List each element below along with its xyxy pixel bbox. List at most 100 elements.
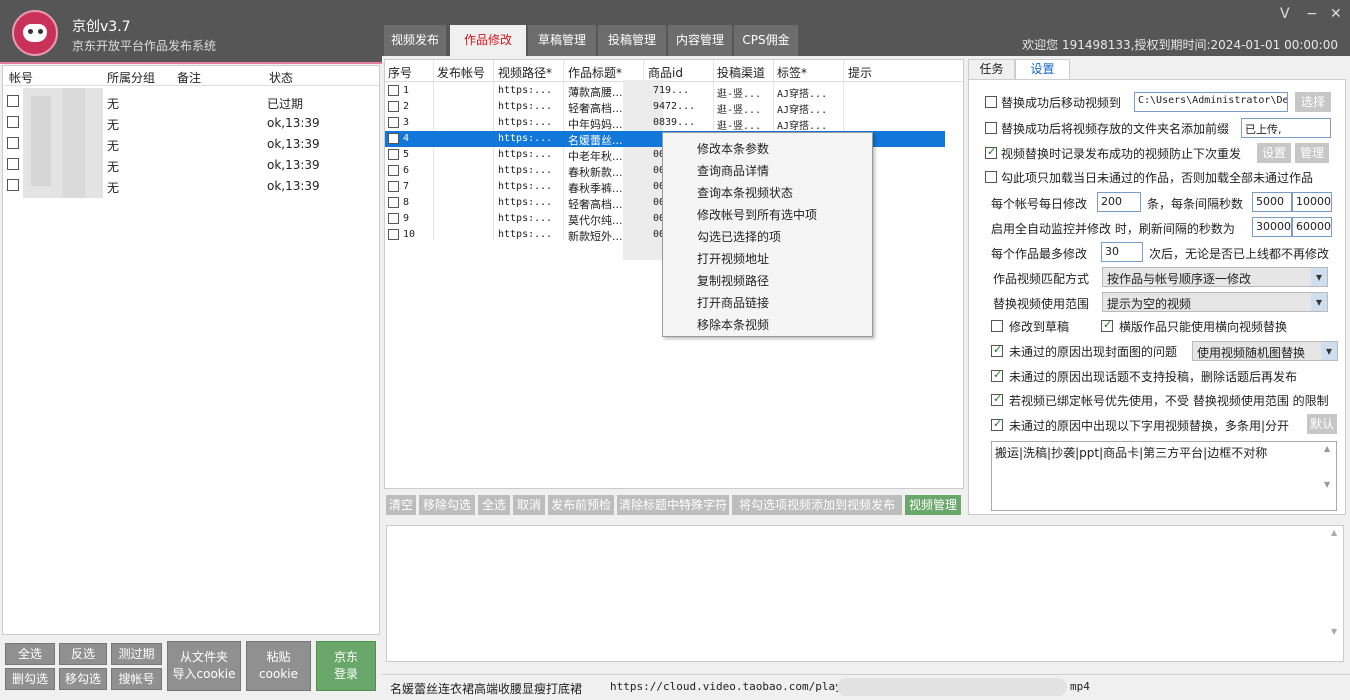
tab-task[interactable]: 任务 (968, 59, 1015, 79)
move-after-replace-checkbox[interactable] (985, 96, 997, 108)
row-checkbox[interactable] (388, 181, 399, 192)
video-manage-button[interactable]: 视频管理 (905, 495, 961, 515)
daily-limit-input[interactable]: 200 (1097, 192, 1141, 212)
import-cookie-button[interactable]: 从文件夹 导入cookie (167, 641, 241, 691)
topic-issue-checkbox[interactable] (991, 368, 1003, 382)
select-all-accounts-button[interactable]: 全选 (5, 643, 55, 665)
menu-check-selected[interactable]: 勾选已选择的项 (697, 228, 781, 245)
col-status[interactable]: 状态 (269, 69, 293, 86)
menu-query-video-status[interactable]: 查询本条视频状态 (697, 184, 793, 201)
table-row[interactable]: 1 https:... 薄款高腰... 719... 逛-竖... AJ穿搭... (385, 83, 945, 100)
cancel-button[interactable]: 取消 (513, 495, 545, 515)
add-prefix-checkbox[interactable] (985, 122, 997, 134)
top-bar: 视频发布 作品修改 草稿管理 投稿管理 内容管理 CPS佣金 V − ✕ 欢迎您… (382, 0, 1350, 56)
menu-remove-video[interactable]: 移除本条视频 (697, 316, 769, 333)
col-channel[interactable]: 投稿渠道 (717, 64, 765, 81)
clean-title-button[interactable]: 清除标题中特殊字符 (617, 495, 729, 515)
menu-edit-account-all[interactable]: 修改帐号到所有选中项 (697, 206, 817, 223)
account-checkbox[interactable] (7, 158, 19, 170)
row-checkbox[interactable] (388, 229, 399, 240)
col-tag[interactable]: 标签* (777, 64, 807, 81)
precheck-button[interactable]: 发布前预检 (548, 495, 614, 515)
to-draft-checkbox[interactable] (991, 320, 1003, 332)
search-account-button[interactable]: 搜帐号 (111, 668, 162, 690)
remove-checked-button[interactable]: 移除勾选 (419, 495, 475, 515)
tab-draft-manage[interactable]: 草稿管理 (528, 25, 596, 56)
move-path-input[interactable]: C:\Users\Administrator\De (1134, 92, 1288, 112)
select-all-works-button[interactable]: 全选 (478, 495, 510, 515)
col-account[interactable]: 帐号 (9, 69, 33, 86)
max-edit-input[interactable]: 30 (1101, 242, 1143, 262)
delete-checked-button[interactable]: 删勾选 (5, 668, 55, 690)
col-publish-account[interactable]: 发布帐号 (437, 64, 485, 81)
account-checkbox[interactable] (7, 116, 19, 128)
account-checkbox[interactable] (7, 179, 19, 191)
account-checkbox[interactable] (7, 95, 19, 107)
row-checkbox[interactable] (388, 213, 399, 224)
paste-cookie-button[interactable]: 粘贴 cookie (246, 641, 311, 691)
settings-button[interactable]: 设置 (1257, 143, 1291, 163)
row-number: 6 (403, 165, 410, 176)
menu-open-video-url[interactable]: 打开视频地址 (697, 250, 769, 267)
menu-query-product[interactable]: 查询商品详情 (697, 162, 769, 179)
col-no[interactable]: 序号 (388, 64, 412, 81)
cover-issue-checkbox[interactable] (991, 343, 1003, 357)
tab-submission-manage[interactable]: 投稿管理 (598, 25, 666, 56)
tab-cps-commission[interactable]: CPS佣金 (734, 25, 798, 56)
row-checkbox[interactable] (388, 101, 399, 112)
tab-content-manage[interactable]: 内容管理 (668, 25, 732, 56)
tab-work-edit[interactable]: 作品修改 (450, 25, 526, 56)
account-group: 无 (107, 181, 120, 195)
col-note[interactable]: 备注 (177, 69, 201, 86)
jd-login-button[interactable]: 京东 登录 (316, 641, 376, 691)
keywords-textarea[interactable]: 搬运|洗稿|抄袭|ppt|商品卡|第三方平台|边框不对称 ▲ ▼ (991, 441, 1337, 511)
interval-min-input[interactable]: 5000 (1252, 192, 1292, 212)
manage-button[interactable]: 管理 (1295, 143, 1329, 163)
col-group[interactable]: 所属分组 (107, 69, 155, 86)
tab-video-publish[interactable]: 视频发布 (384, 25, 446, 56)
row-checkbox[interactable] (388, 197, 399, 208)
row-checkbox[interactable] (388, 85, 399, 96)
minimize-icon[interactable]: − (1306, 6, 1318, 22)
menu-open-product-link[interactable]: 打开商品链接 (697, 294, 769, 311)
account-table-header: 帐号 所属分组 备注 状态 (3, 66, 379, 86)
dropdown-icon[interactable]: V (1280, 6, 1290, 22)
refresh-max-input[interactable]: 60000 (1292, 217, 1332, 237)
log-area[interactable]: ▲ ▼ (386, 525, 1344, 662)
move-checked-button[interactable]: 移勾选 (59, 668, 107, 690)
replace-range-select[interactable]: 提示为空的视频 (1102, 292, 1328, 312)
row-checkbox[interactable] (388, 165, 399, 176)
refresh-min-input[interactable]: 30000 (1252, 217, 1292, 237)
invert-selection-button[interactable]: 反选 (59, 643, 107, 665)
prefix-input[interactable]: 已上传, (1241, 118, 1331, 138)
textarea-scrollbar[interactable]: ▲ ▼ (1324, 444, 1334, 508)
only-today-checkbox[interactable] (985, 171, 997, 183)
close-icon[interactable]: ✕ (1330, 6, 1342, 22)
row-checkbox[interactable] (388, 117, 399, 128)
menu-edit-params[interactable]: 修改本条参数 (697, 140, 769, 157)
col-work-title[interactable]: 作品标题* (568, 64, 622, 81)
cover-replace-select[interactable]: 使用视频随机图替换 (1192, 341, 1338, 361)
table-row[interactable]: 2 https:... 轻奢高档... 9472... 逛-竖... AJ穿搭... (385, 99, 945, 116)
menu-copy-video-path[interactable]: 复制视频路径 (697, 272, 769, 289)
log-scrollbar[interactable]: ▲ ▼ (1331, 528, 1341, 659)
col-video-path[interactable]: 视频路径* (498, 64, 552, 81)
tab-settings[interactable]: 设置 (1015, 59, 1070, 79)
choose-folder-button[interactable]: 选择 (1295, 92, 1331, 112)
record-success-checkbox[interactable] (985, 145, 997, 159)
row-checkbox[interactable] (388, 149, 399, 160)
clear-button[interactable]: 清空 (386, 495, 416, 515)
col-hint[interactable]: 提示 (848, 64, 872, 81)
add-to-publish-button[interactable]: 将勾选项视频添加到视频发布 (732, 495, 902, 515)
col-product-id[interactable]: 商品id (648, 64, 683, 81)
table-row[interactable]: 3 https:... 中年妈妈... 0839... 逛-竖... AJ穿搭... (385, 115, 945, 132)
bound-first-checkbox[interactable] (991, 392, 1003, 406)
landscape-only-checkbox[interactable] (1101, 318, 1113, 332)
row-checkbox[interactable] (388, 133, 399, 144)
keyword-issue-checkbox[interactable] (991, 417, 1003, 431)
test-expired-button[interactable]: 测过期 (111, 643, 162, 665)
default-button[interactable]: 默认 (1307, 414, 1337, 434)
interval-max-input[interactable]: 10000 (1292, 192, 1332, 212)
match-mode-select[interactable]: 按作品与帐号顺序逐一修改 (1102, 267, 1328, 287)
account-checkbox[interactable] (7, 137, 19, 149)
